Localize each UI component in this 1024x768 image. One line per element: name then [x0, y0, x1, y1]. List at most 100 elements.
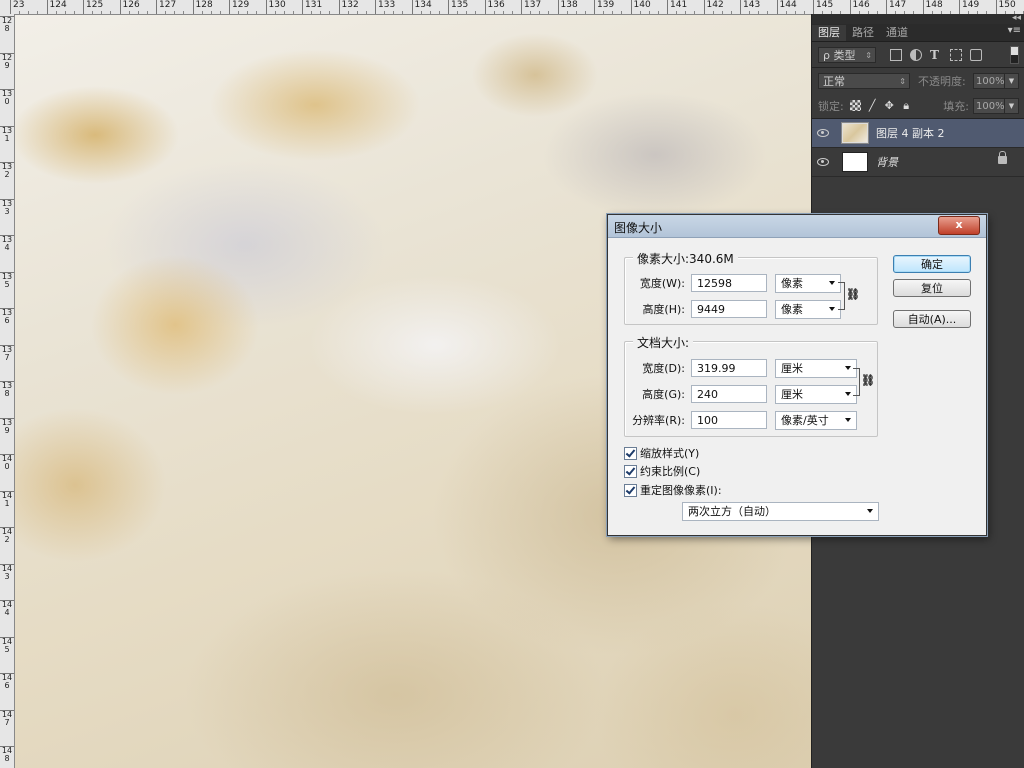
constrain-proportions-label: 约束比例(C)	[640, 465, 701, 478]
ruler-minor-tick	[767, 11, 769, 14]
tab-layers[interactable]: 图层	[812, 25, 846, 41]
pixel-height-unit-select[interactable]: 像素	[775, 299, 841, 319]
doc-height-input[interactable]: 240	[691, 385, 767, 403]
ruler-minor-tick	[165, 11, 167, 14]
ruler-tick-label: 142	[0, 527, 14, 544]
ruler-minor-tick	[794, 11, 796, 14]
ruler-minor-tick	[657, 11, 659, 14]
blend-mode-value: 正常	[823, 74, 845, 88]
ruler-tick-label: 145	[0, 636, 14, 654]
pixel-width-unit-select[interactable]: 像素	[775, 273, 841, 293]
adjustment-layer-filter-icon[interactable]	[910, 48, 922, 61]
opacity-input[interactable]: 100%	[973, 72, 1005, 89]
opacity-dropdown-button[interactable]: ▼	[1005, 72, 1019, 89]
smart-object-filter-icon[interactable]	[970, 48, 982, 61]
ruler-minor-tick	[55, 11, 57, 14]
ruler-minor-tick	[92, 11, 94, 14]
layer-row-copy[interactable]: 图层 4 副本 2	[812, 119, 1024, 148]
ruler-minor-tick	[420, 11, 422, 14]
lock-image-pixels-icon[interactable]: ╱	[867, 100, 878, 111]
type-layer-filter-icon[interactable]: T	[930, 49, 942, 61]
ruler-tick-label: 148	[0, 746, 14, 763]
doc-width-input[interactable]: 319.99	[691, 359, 767, 377]
resample-method-select[interactable]: 两次立方（自动）	[682, 502, 879, 521]
dropdown-arrow-icon	[867, 509, 873, 513]
ruler-minor-tick	[64, 11, 66, 14]
ruler-minor-tick	[648, 11, 650, 14]
layer-kind-filter[interactable]: ρ 类型 ⇕	[818, 46, 876, 63]
ruler-minor-tick	[694, 11, 696, 14]
doc-height-unit-select[interactable]: 厘米	[775, 384, 857, 404]
ruler-tick-label: 143	[0, 563, 14, 581]
ruler-minor-tick	[548, 11, 550, 14]
lock-position-icon[interactable]: ✥	[884, 100, 895, 111]
constrain-proportions-checkbox[interactable]: 约束比例(C)	[624, 463, 700, 479]
ruler-minor-tick	[247, 11, 249, 14]
link-chain-icon: ⛓︎	[846, 288, 860, 301]
doc-width-unit-select[interactable]: 厘米	[775, 358, 857, 378]
resolution-label: 分辨率(R):	[632, 414, 685, 427]
scale-styles-checkbox[interactable]: 缩放样式(Y)	[624, 445, 699, 461]
ruler-tick-label: 139	[0, 417, 14, 435]
dropdown-arrow-icon	[845, 391, 851, 396]
ruler-minor-tick	[730, 11, 732, 14]
resolution-input[interactable]: 100	[691, 411, 767, 429]
ruler-minor-tick	[356, 11, 358, 14]
ruler-tick-label: 23	[10, 0, 24, 14]
visibility-eye-icon[interactable]	[812, 127, 834, 140]
dropdown-arrow-icon	[845, 365, 851, 370]
ruler-minor-tick	[566, 11, 568, 14]
blend-mode-select[interactable]: 正常 ⇕	[818, 72, 910, 89]
panel-menu-icon[interactable]: ▾≡	[1008, 25, 1021, 36]
spinner-arrows-icon: ⇕	[865, 50, 872, 60]
ruler-minor-tick	[219, 11, 221, 14]
resolution-unit: 像素/英寸	[781, 413, 829, 427]
ruler-tick-label: 137	[0, 344, 14, 362]
dropdown-arrow-icon	[829, 306, 835, 311]
auto-button[interactable]: 自动(A)...	[893, 310, 971, 328]
constrain-bracket	[838, 282, 845, 310]
ruler-minor-tick	[73, 11, 75, 14]
lock-fill-row: 锁定: ╱ ✥ 🔒︎ 填充: 100% ▼	[812, 93, 1024, 118]
close-button[interactable]: x	[938, 216, 980, 235]
ok-button[interactable]: 确定	[893, 255, 971, 273]
dropdown-arrow-icon	[829, 280, 835, 285]
visibility-eye-icon[interactable]	[812, 156, 834, 169]
pixel-layer-filter-icon[interactable]	[890, 48, 902, 61]
pixel-height-input[interactable]: 9449	[691, 300, 767, 318]
ruler-minor-tick	[685, 11, 687, 14]
fill-dropdown-button[interactable]: ▼	[1005, 97, 1019, 114]
pixel-width-input[interactable]: 12598	[691, 274, 767, 292]
ruler-minor-tick	[676, 11, 678, 14]
resample-image-checkbox[interactable]: 重定图像像素(I):	[624, 482, 722, 498]
resolution-unit-select[interactable]: 像素/英寸	[775, 410, 857, 430]
reset-button[interactable]: 复位	[893, 279, 971, 297]
ruler-tick-label: 129	[0, 52, 14, 70]
document-size-legend: 文档大小:	[633, 334, 694, 351]
fill-input[interactable]: 100%	[973, 97, 1005, 114]
ruler-tick-label: 146	[0, 673, 14, 690]
shape-layer-filter-icon[interactable]	[950, 48, 962, 61]
ruler-minor-tick	[137, 11, 139, 14]
dropdown-arrow-icon	[845, 417, 851, 422]
layer-row-background[interactable]: 背景	[812, 148, 1024, 177]
ruler-minor-tick	[612, 11, 614, 14]
ruler-minor-tick	[502, 11, 504, 14]
ruler-tick-label: 134	[0, 235, 14, 252]
dialog-title-bar[interactable]: 图像大小 x	[608, 215, 986, 238]
ruler-tick-label: 141	[0, 490, 14, 508]
tab-channels[interactable]: 通道	[880, 25, 914, 41]
panel-tabs: 图层 路径 通道 ▾≡	[812, 24, 1024, 42]
filter-toggle-switch[interactable]	[1010, 45, 1019, 64]
doc-height-label: 高度(G):	[642, 388, 685, 401]
tab-paths[interactable]: 路径	[846, 25, 880, 41]
lock-all-icon[interactable]: 🔒︎	[901, 100, 912, 111]
ruler-minor-tick	[292, 11, 294, 14]
lock-transparent-pixels-icon[interactable]	[849, 100, 861, 111]
constrain-bracket	[853, 368, 860, 396]
ruler-minor-tick	[749, 11, 751, 14]
collapse-panels-icon[interactable]: ◂◂	[1012, 13, 1021, 23]
ruler-minor-tick	[128, 11, 130, 14]
checkbox-check-icon	[624, 446, 637, 460]
ruler-minor-tick	[101, 11, 103, 14]
